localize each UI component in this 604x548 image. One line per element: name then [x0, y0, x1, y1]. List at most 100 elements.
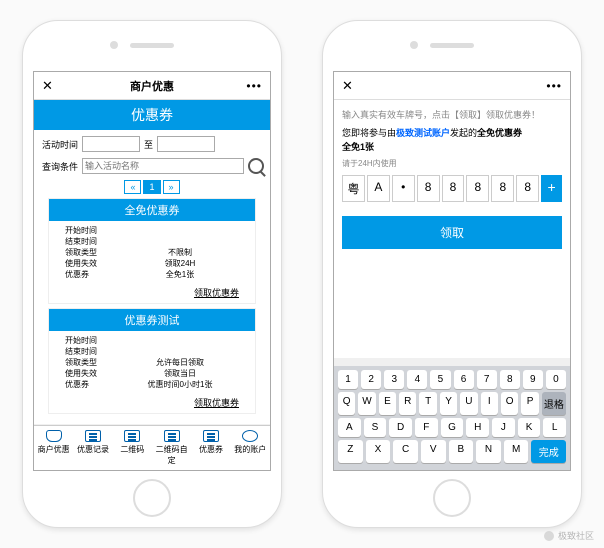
coupon-value: 领取24H — [121, 258, 239, 269]
key[interactable]: U — [460, 392, 477, 415]
plate-cell[interactable]: 8 — [466, 175, 489, 202]
pager-current[interactable]: 1 — [143, 180, 160, 194]
tab-icon — [203, 430, 219, 442]
key[interactable]: K — [518, 418, 541, 437]
key[interactable]: T — [419, 392, 436, 415]
key[interactable]: E — [379, 392, 396, 415]
coupon-value — [121, 225, 239, 236]
key[interactable]: M — [504, 440, 529, 463]
hint-text: 输入真实有效车牌号，点击【领取】领取优惠券！ — [342, 108, 562, 121]
key[interactable]: S — [364, 418, 387, 437]
tab-label: 二维码 — [113, 444, 152, 455]
coupon-title: 优惠券测试 — [49, 309, 255, 331]
phone-left: ✕ 商户优惠 ••• 优惠券 活动时间 至 查询条件 « — [22, 20, 282, 528]
key[interactable]: 9 — [523, 370, 543, 389]
coupon-key: 领取类型 — [65, 247, 121, 258]
coupon-value: 全免1张 — [121, 269, 239, 280]
key[interactable]: A — [338, 418, 361, 437]
claim-link[interactable]: 领取优惠券 — [49, 284, 255, 303]
key[interactable]: 7 — [477, 370, 497, 389]
search-icon[interactable] — [248, 158, 264, 174]
key[interactable]: 0 — [546, 370, 566, 389]
plate-cell[interactable]: 8 — [417, 175, 440, 202]
plate-cell[interactable]: 8 — [516, 175, 539, 202]
key[interactable]: C — [393, 440, 418, 463]
home-button[interactable] — [433, 479, 471, 517]
filter-time-row: 活动时间 至 — [40, 136, 264, 152]
tab-icon — [242, 430, 258, 442]
plate-cell[interactable]: A — [367, 175, 390, 202]
tab-item[interactable]: 优惠券 — [191, 426, 230, 470]
more-icon[interactable]: ••• — [246, 79, 262, 93]
claim-button[interactable]: 领取 — [342, 216, 562, 249]
search-input[interactable] — [82, 158, 244, 174]
key[interactable]: D — [389, 418, 412, 437]
tab-item[interactable]: 二维码自定 — [152, 426, 191, 470]
tab-icon — [46, 430, 62, 442]
key[interactable]: L — [543, 418, 566, 437]
coupon-key: 优惠券 — [65, 379, 121, 390]
plate-cell[interactable]: 8 — [442, 175, 465, 202]
key[interactable]: 6 — [454, 370, 474, 389]
key[interactable]: X — [366, 440, 391, 463]
key[interactable]: B — [449, 440, 474, 463]
pager-next[interactable]: » — [163, 180, 180, 194]
account-link[interactable]: 极致测试账户 — [396, 128, 450, 138]
key[interactable]: G — [441, 418, 464, 437]
start-date-input[interactable] — [82, 136, 140, 152]
key[interactable]: R — [399, 392, 416, 415]
pager-prev[interactable]: « — [124, 180, 141, 194]
key[interactable]: O — [501, 392, 518, 415]
coupon-value: 领取当日 — [121, 368, 239, 379]
key[interactable]: Q — [338, 392, 355, 415]
phone-right: ✕ ••• 输入真实有效车牌号，点击【领取】领取优惠券！ 您即将参与由极致测试账… — [322, 20, 582, 528]
tab-item[interactable]: 二维码 — [113, 426, 152, 470]
key[interactable]: P — [521, 392, 538, 415]
plate-cell[interactable]: 粤 — [342, 175, 365, 202]
plate-add-button[interactable]: + — [541, 175, 562, 202]
nav-bar: ✕ ••• — [334, 72, 570, 100]
key[interactable]: Y — [440, 392, 457, 415]
tab-icon — [124, 430, 140, 442]
coupon-card: 全免优惠券开始时间结束时间领取类型不限制使用失效领取24H优惠券全免1张领取优惠… — [48, 198, 256, 304]
coupon-key: 开始时间 — [65, 335, 121, 346]
key[interactable]: W — [358, 392, 375, 415]
key[interactable]: 3 — [384, 370, 404, 389]
key-done[interactable]: 完成 — [531, 440, 566, 463]
key[interactable]: H — [466, 418, 489, 437]
more-icon[interactable]: ••• — [546, 79, 562, 93]
key[interactable]: Z — [338, 440, 363, 463]
plate-input: 粤A•88888+ — [342, 175, 562, 202]
key[interactable]: 8 — [500, 370, 520, 389]
tab-label: 优惠券 — [191, 444, 230, 455]
key[interactable]: 2 — [361, 370, 381, 389]
pager: « 1 » — [40, 180, 264, 194]
coupon-key: 结束时间 — [65, 236, 121, 247]
tab-item[interactable]: 商户优惠 — [34, 426, 73, 470]
home-button[interactable] — [133, 479, 171, 517]
key[interactable]: I — [481, 392, 498, 415]
plate-cell[interactable]: 8 — [491, 175, 514, 202]
tab-icon — [164, 430, 180, 442]
coupon-key: 使用失效 — [65, 368, 121, 379]
close-icon[interactable]: ✕ — [42, 78, 53, 94]
key[interactable]: 5 — [430, 370, 450, 389]
end-date-input[interactable] — [157, 136, 215, 152]
plate-cell[interactable]: • — [392, 175, 415, 202]
key[interactable]: 退格 — [542, 392, 566, 415]
key[interactable]: 4 — [407, 370, 427, 389]
tab-item[interactable]: 我的账户 — [231, 426, 270, 470]
close-icon[interactable]: ✕ — [342, 78, 353, 94]
message-text: 您即将参与由极致测试账户发起的全免优惠券 全免1张 — [342, 127, 562, 154]
key[interactable]: N — [476, 440, 501, 463]
key[interactable]: F — [415, 418, 438, 437]
tab-item[interactable]: 优惠记录 — [73, 426, 112, 470]
coupon-key: 优惠券 — [65, 269, 121, 280]
key[interactable]: V — [421, 440, 446, 463]
key[interactable]: 1 — [338, 370, 358, 389]
claim-link[interactable]: 领取优惠券 — [49, 394, 255, 413]
coupon-value — [121, 236, 239, 247]
key[interactable]: J — [492, 418, 515, 437]
coupon-value: 优惠时间0小时1张 — [121, 379, 239, 390]
tab-label: 商户优惠 — [34, 444, 73, 455]
